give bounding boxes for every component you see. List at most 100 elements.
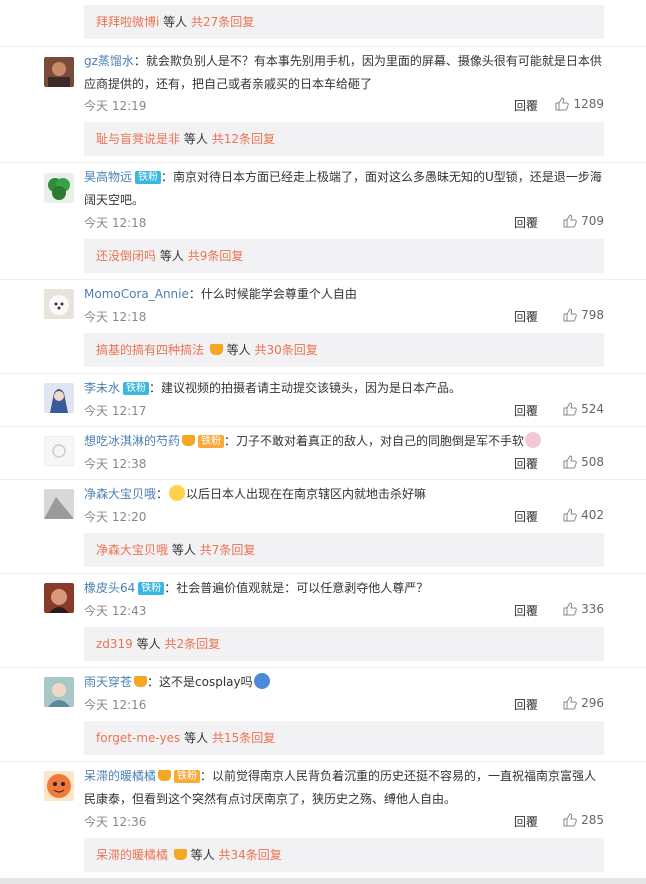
reply-thread-bar[interactable]: 净森大宝贝哦 等人 共7条回复 — [84, 533, 604, 567]
comment-meta: 今天 12:16 回覆 296 — [84, 696, 604, 714]
divider — [0, 279, 646, 280]
reply-button[interactable]: 回覆 — [514, 97, 538, 114]
avatar[interactable] — [44, 583, 74, 613]
reply-count-link[interactable]: 共27条回复 — [191, 15, 254, 29]
comment-time: 今天 12:17 — [84, 404, 147, 418]
reply-count-link[interactable]: 共15条回复 — [212, 731, 275, 745]
comment-username[interactable]: 昊高物远 — [84, 170, 132, 184]
comment-meta: 今天 12:17 回覆 524 — [84, 402, 604, 420]
comment-username[interactable]: 呆滞的暖橘橘 — [84, 769, 156, 783]
divider — [0, 373, 646, 374]
like-button[interactable]: 296 — [563, 696, 604, 710]
comment-time: 今天 12:19 — [84, 99, 147, 113]
avatar[interactable] — [44, 489, 74, 519]
reply-button[interactable]: 回覆 — [514, 508, 538, 525]
avatar[interactable] — [44, 289, 74, 319]
divider — [0, 479, 646, 480]
reply-suffix: 等人 — [136, 637, 161, 651]
reply-button[interactable]: 回覆 — [514, 813, 538, 830]
comment-time: 今天 12:16 — [84, 698, 147, 712]
like-count: 508 — [581, 455, 604, 469]
reply-thread-bar[interactable]: forget-me-yes 等人 共15条回复 — [84, 721, 604, 755]
like-button[interactable]: 1289 — [555, 97, 604, 111]
comment-username[interactable]: gz蒸馏水 — [84, 54, 134, 68]
comment-text: MomoCora_Annie：什么时候能学会尊重个人自由 — [84, 283, 604, 306]
comment-time: 今天 12:18 — [84, 310, 147, 324]
comment-body: 以后日本人出现在在南京辖区内就地击杀好嘛 — [186, 487, 427, 501]
like-button[interactable]: 524 — [563, 402, 604, 416]
comment-text: 橡皮头64 铁粉 ：社会普遍价值观就是：可以任意剥夺他人尊严？ — [84, 577, 604, 600]
avatar[interactable] — [44, 677, 74, 707]
reply-thread-bar[interactable]: zd319 等人 共2条回复 — [84, 627, 604, 661]
comment-meta: 今天 12:18 回覆 709 — [84, 214, 604, 232]
like-button[interactable]: 798 — [563, 308, 604, 322]
reply-thread-bar[interactable]: 还没倒闭吗 等人 共9条回复 — [84, 239, 604, 273]
reply-button[interactable]: 回覆 — [514, 455, 538, 472]
avatar[interactable] — [44, 383, 74, 413]
reply-thread-bar[interactable]: 呆滞的暖橘橘 等人 共34条回复 — [84, 838, 604, 872]
reply-user-link[interactable]: forget-me-yes — [96, 731, 180, 745]
like-count: 336 — [581, 602, 604, 616]
reply-button[interactable]: 回覆 — [514, 696, 538, 713]
fan-badge: 铁粉 — [135, 171, 162, 184]
reply-user-link[interactable]: 搞基的搞有四种搞法 — [96, 343, 204, 357]
avatar[interactable] — [44, 436, 74, 466]
comment-text: 净森大宝贝哦： 以后日本人出现在在南京辖区内就地击杀好嘛 — [84, 485, 427, 501]
comment-username[interactable]: MomoCora_Annie — [84, 287, 189, 301]
comment-username[interactable]: 雨天穿苍 — [84, 675, 132, 689]
reply-user-link[interactable]: zd319 — [96, 637, 133, 651]
like-count: 798 — [581, 308, 604, 322]
sticker-emoji-icon — [525, 432, 542, 448]
like-button[interactable]: 336 — [563, 602, 604, 616]
reply-user-link[interactable]: 拜拜啦微博i — [96, 15, 159, 29]
divider — [0, 761, 646, 762]
reply-button[interactable]: 回覆 — [514, 602, 538, 619]
comment-username[interactable]: 李未水 — [84, 381, 120, 395]
comment-username[interactable]: 想吃冰淇淋的芍药 — [84, 434, 180, 448]
reply-count-link[interactable]: 共9条回复 — [188, 249, 244, 263]
comment-body: ：南京对待日本方面已经走上极端了，面对这么多愚昧无知的U型锁，还是退一步海阔天空… — [84, 170, 602, 207]
reply-suffix: 等人 — [183, 132, 208, 146]
reply-button[interactable]: 回覆 — [514, 308, 538, 325]
reply-button[interactable]: 回覆 — [514, 402, 538, 419]
reply-thread-bar[interactable]: 耻与盲凳说是非 等人 共12条回复 — [84, 122, 604, 156]
reply-user-link[interactable]: 净森大宝贝哦 — [96, 543, 168, 557]
comment-body: ：刀子不敢对着真正的敌人，对自己的同胞倒是军不手软 — [224, 434, 525, 448]
comment-time: 今天 12:38 — [84, 457, 147, 471]
avatar[interactable] — [44, 57, 74, 87]
thumbs-up-icon — [563, 214, 577, 228]
reply-thread-bar[interactable]: 拜拜啦微博i 等人 共27条回复 — [84, 5, 604, 39]
reply-count-link[interactable]: 共34条回复 — [219, 848, 282, 862]
reply-count-link[interactable]: 共2条回复 — [165, 637, 221, 651]
like-button[interactable]: 285 — [563, 813, 604, 827]
reply-thread-bar[interactable]: 搞基的搞有四种搞法 等人 共30条回复 — [84, 333, 604, 367]
reply-user-link[interactable]: 还没倒闭吗 — [96, 249, 156, 263]
comment-time: 今天 12:36 — [84, 815, 147, 829]
reply-button[interactable]: 回覆 — [514, 214, 538, 231]
comment-text: 李未水 铁粉 ：建议视频的拍摄者请主动提交该镜头，因为是日本产品。 — [84, 377, 604, 400]
reply-count-link[interactable]: 共12条回复 — [212, 132, 275, 146]
comment-username[interactable]: 橡皮头64 — [84, 581, 135, 595]
avatar[interactable] — [44, 173, 74, 203]
avatar[interactable] — [44, 771, 74, 801]
comment-username[interactable]: 净森大宝贝哦 — [84, 487, 156, 501]
reply-user-link[interactable]: 耻与盲凳说是非 — [96, 132, 180, 146]
fan-badge: 铁粉 — [138, 582, 165, 595]
like-count: 524 — [581, 402, 604, 416]
comment-text: 雨天穿苍 ：这不是cosplay吗 — [84, 671, 604, 694]
reply-count-link[interactable]: 共7条回复 — [200, 543, 256, 557]
thumbs-up-icon — [563, 696, 577, 710]
like-button[interactable]: 402 — [563, 508, 604, 522]
comment-text: 想吃冰淇淋的芍药 铁粉 ：刀子不敢对着真正的敌人，对自己的同胞倒是军不手软 — [84, 430, 604, 453]
comment-time: 今天 12:18 — [84, 216, 147, 230]
comment-meta: 今天 12:36 回覆 285 — [84, 813, 604, 831]
comment-text: 昊高物远 铁粉 ：南京对待日本方面已经走上极端了，面对这么多愚昧无知的U型锁，还是退… — [84, 166, 604, 212]
reply-user-link[interactable]: 呆滞的暖橘橘 — [96, 848, 168, 862]
divider — [0, 162, 646, 163]
reply-count-link[interactable]: 共30条回复 — [255, 343, 318, 357]
like-button[interactable]: 709 — [563, 214, 604, 228]
thumbs-up-icon — [563, 455, 577, 469]
comment-body: ：这不是cosplay吗 — [147, 675, 253, 689]
like-button[interactable]: 508 — [563, 455, 604, 469]
comment-text: 呆滞的暖橘橘 铁粉 ：以前觉得南京人民背负着沉重的历史还挺不容易的，一直祝福南京富强… — [84, 765, 604, 811]
